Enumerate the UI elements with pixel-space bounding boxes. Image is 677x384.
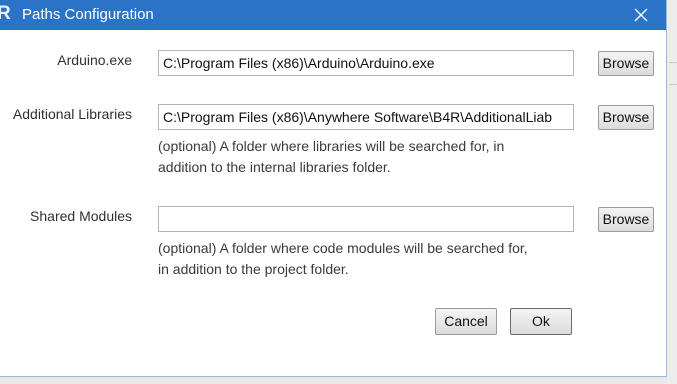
- arduino-browse-button[interactable]: Browse: [598, 51, 654, 76]
- window-title: Paths Configuration: [22, 6, 154, 23]
- background-window-edge: [667, 0, 677, 384]
- arduino-exe-field[interactable]: C:\Program Files (x86)\Arduino\Arduino.e…: [158, 50, 574, 76]
- libraries-hint-line-1: (optional) A folder where libraries will…: [158, 138, 505, 154]
- additional-libraries-label: Additional Libraries: [12, 106, 132, 122]
- close-button[interactable]: [616, 0, 666, 30]
- background-divider: [669, 84, 677, 85]
- libraries-browse-button[interactable]: Browse: [598, 105, 654, 130]
- modules-hint-line-2: in addition to the project folder.: [158, 261, 349, 277]
- modules-hint: (optional) A folder where code modules w…: [158, 238, 528, 280]
- title-bar[interactable]: R Paths Configuration: [0, 0, 666, 30]
- libraries-hint-line-2: addition to the internal libraries folde…: [158, 159, 391, 175]
- additional-libraries-field[interactable]: C:\Program Files (x86)\Anywhere Software…: [158, 104, 574, 130]
- background-divider: [669, 62, 677, 63]
- shared-modules-label: Shared Modules: [30, 208, 132, 224]
- arduino-exe-label: Arduino.exe: [57, 52, 132, 68]
- modules-browse-button[interactable]: Browse: [598, 207, 654, 232]
- modules-hint-line-1: (optional) A folder where code modules w…: [158, 240, 528, 256]
- paths-configuration-dialog: R Paths Configuration Arduino.exe C:\Pro…: [0, 0, 667, 377]
- shared-modules-field[interactable]: [158, 206, 574, 232]
- close-icon: [634, 8, 648, 22]
- b4r-app-icon: R: [0, 4, 13, 24]
- cancel-button[interactable]: Cancel: [435, 308, 497, 335]
- libraries-hint: (optional) A folder where libraries will…: [158, 136, 504, 178]
- ok-button[interactable]: Ok: [510, 308, 572, 335]
